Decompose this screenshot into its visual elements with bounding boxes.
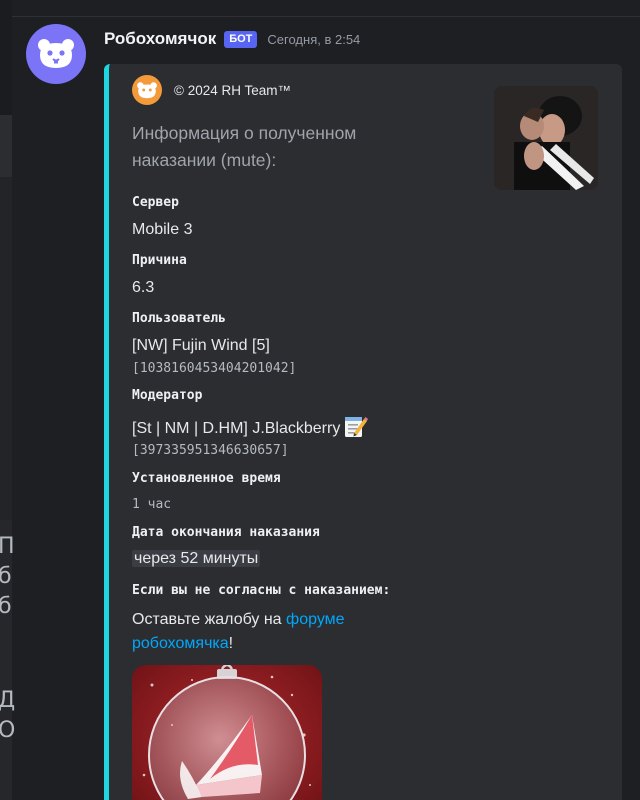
left-rail: П б б Д О: [0, 0, 16, 800]
rail-char: О: [0, 718, 16, 743]
author-name: © 2024 RH Team™: [174, 82, 291, 98]
field-end-date-name: Дата окончания наказания: [132, 525, 320, 540]
memo-icon: [342, 413, 369, 444]
username[interactable]: Робохомячок: [104, 29, 216, 49]
embed-card: © 2024 RH Team™ Информация о полученном …: [104, 64, 622, 800]
rail-channel-letters[interactable]: П б б Д О: [0, 532, 16, 746]
embed-thumbnail[interactable]: [494, 86, 598, 190]
field-user-value: [NW] Fujin Wind [5]: [132, 337, 270, 354]
field-duration-value: 1 час: [132, 497, 172, 512]
rail-char: Д: [0, 688, 16, 713]
field-server-value: Mobile 3: [132, 221, 193, 238]
field-moderator-value: [St | NM | D.HM] J.Blackberry: [132, 420, 341, 437]
rail-char: П: [0, 534, 15, 559]
field-user-name: Пользователь: [132, 311, 226, 326]
bot-avatar[interactable]: [26, 24, 86, 84]
field-moderator-id: [397335951346630657]: [132, 443, 289, 458]
field-duration-name: Установленное время: [132, 471, 281, 486]
field-reason-name: Причина: [132, 253, 187, 268]
timestamp[interactable]: Сегодня, в 2:54: [267, 32, 360, 47]
field-appeal-name: Если вы не согласны с наказанием:: [132, 583, 391, 598]
rail-char: б: [0, 564, 12, 589]
appeal-text: Оставьте жалобу на: [132, 611, 287, 628]
field-appeal-value: Оставьте жалобу на форуме робохомячка!: [132, 608, 392, 656]
field-user-id: [1038160453404201042]: [132, 361, 297, 376]
field-reason-value: 6.3: [132, 279, 155, 296]
relative-timestamp[interactable]: через 52 минуты: [132, 550, 261, 567]
message-header: Робохомячок БОТ Сегодня, в 2:54: [104, 28, 360, 50]
hamster-icon: [38, 39, 74, 68]
embed-title: Информация о полученном наказании (mute)…: [132, 123, 357, 170]
rail-section: [0, 0, 12, 115]
field-end-date-value: через 52 минуты: [132, 550, 261, 568]
field-server-name: Сервер: [132, 195, 179, 210]
rail-section: [0, 115, 12, 177]
bot-badge: БОТ: [224, 30, 258, 48]
divider: [12, 16, 640, 17]
field-moderator-row: [St | NM | D.HM] J.Blackberry: [132, 413, 369, 444]
field-moderator-name: Модератор: [132, 388, 203, 403]
appeal-suffix: !: [228, 635, 234, 652]
embed-author: © 2024 RH Team™: [132, 75, 291, 105]
rail-char: б: [0, 594, 12, 619]
embed-image[interactable]: [132, 665, 322, 800]
author-hamster-icon: [132, 75, 162, 105]
